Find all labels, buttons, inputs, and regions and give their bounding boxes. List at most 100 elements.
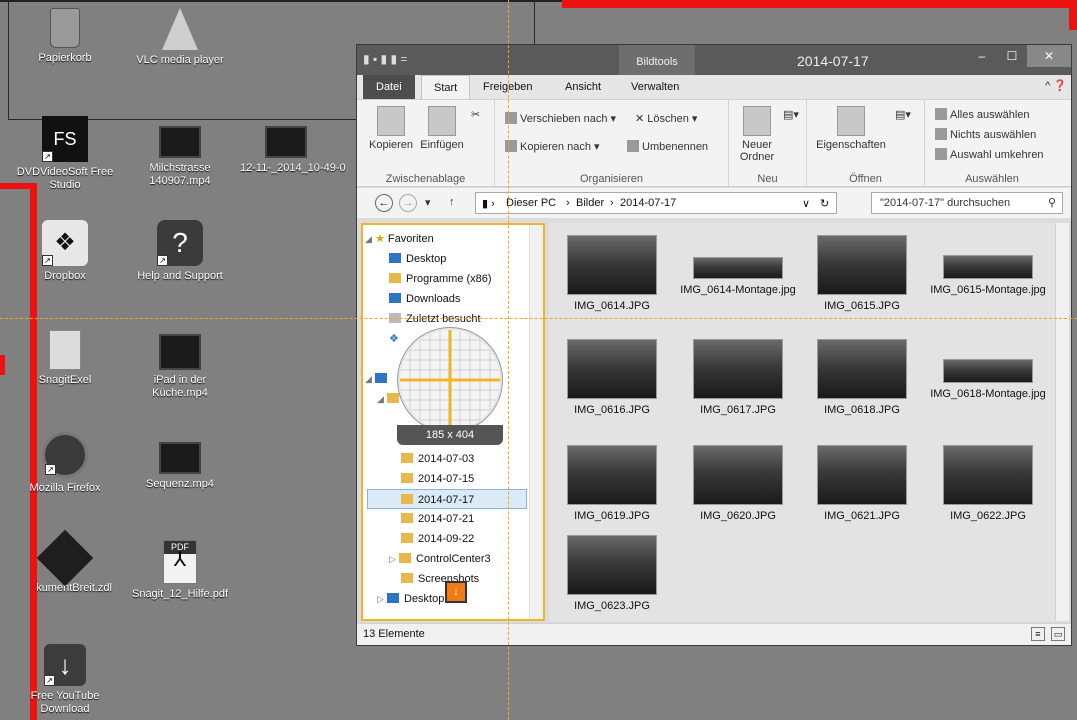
nav-folder[interactable]: 2014-07-03 [401,449,474,469]
nav-folder[interactable]: ▷ ControlCenter3 [389,549,491,569]
paste-button[interactable]: Einfügen [419,106,465,151]
minimize-button[interactable]: – [967,45,997,67]
rename-button[interactable]: Umbenennen [627,140,708,153]
file-item[interactable]: IMG_0618.JPG [803,339,921,416]
file-item[interactable]: IMG_0622.JPG [929,445,1047,522]
desktop-icon-help-support[interactable]: ? ↗ Help and Support [125,220,235,283]
tab-verwalten[interactable]: Verwalten [619,75,691,99]
status-bar: 13 Elemente ≡ ▭ [357,623,1071,645]
shortcut-arrow-icon: ↗ [44,675,55,686]
cut-icon[interactable]: ✂ [471,108,480,121]
desktop-icon-firefox[interactable]: ↗ Mozilla Firefox [10,432,120,495]
group-open: Eigenschaften ▤▾ Öffnen [807,100,925,188]
properties-label: Eigenschaften [816,139,886,151]
copy-button[interactable]: Kopieren [369,106,413,151]
breadcrumb-dieser-pc[interactable]: Dieser PC [506,197,556,209]
desktop-icon-zdl[interactable]: kumentBreit.zdl [10,529,120,595]
quick-access-toolbar-icon[interactable]: ▮ ▪ ▮ ▮ = [363,52,407,66]
delete-button[interactable]: ✕ Löschen ▾ [635,112,697,125]
file-item[interactable]: IMG_0623.JPG [553,535,671,612]
new-item-icon[interactable]: ▤▾ [783,108,799,121]
nav-folder[interactable]: 2014-09-22 [401,529,474,549]
nav-item-desktop[interactable]: Desktop [389,249,446,269]
large-icons-view-icon[interactable]: ▭ [1051,627,1065,641]
desktop-icon-vlc[interactable]: VLC media player [125,8,235,67]
desktop-icon-recording[interactable]: 12-11-_2014_10-49-0 [240,126,346,175]
desktop-icon-dropbox[interactable]: ❖ ↗ Dropbox [10,220,120,283]
tab-datei[interactable]: Datei [363,75,415,99]
title-bar[interactable]: ▮ ▪ ▮ ▮ = Bildtools 2014-07-17 – ☐ ✕ [357,45,1071,75]
desktop-icon-snagit-pdf[interactable]: PDF ⅄ Snagit_12_Hilfe.pdf [125,540,235,601]
address-dropdown-icon[interactable]: ∨ [802,197,810,210]
nav-folder[interactable]: Screenshots [401,569,479,589]
recent-locations-icon[interactable]: ▾ [425,196,431,209]
tab-ansicht[interactable]: Ansicht [553,75,613,99]
copy-to-button[interactable]: Kopieren nach ▾ [505,140,600,153]
breadcrumb-bilder[interactable]: Bilder [576,197,604,209]
select-all-button[interactable]: Alles auswählen [935,108,1030,121]
ribbon-collapse-icon[interactable]: ^ ❓ [1045,79,1067,92]
file-item[interactable]: IMG_0617.JPG [679,339,797,416]
refresh-icon[interactable]: ↻ [820,197,829,210]
desktop-icon-milchstrasse[interactable]: Milchstrasse 140907.mp4 [125,126,235,188]
nav-item-programme[interactable]: Programme (x86) [389,269,492,289]
image-thumbnail [817,445,907,505]
nav-folder[interactable]: 2014-07-15 [401,469,474,489]
move-to-button[interactable]: Verschieben nach ▾ [505,112,616,125]
details-view-icon[interactable]: ≡ [1030,627,1045,641]
desktop-icon-ipad-kueche[interactable]: iPad in der Küche.mp4 [125,334,235,400]
file-item[interactable]: IMG_0615-Montage.jpg [929,235,1047,296]
file-item[interactable]: IMG_0621.JPG [803,445,921,522]
file-name: IMG_0614.JPG [574,300,650,312]
file-pane[interactable]: IMG_0614.JPG IMG_0614-Montage.jpg IMG_06… [549,223,1069,621]
nav-favorites[interactable]: ◢ ★ Favoriten [365,229,434,249]
nav-item-recent[interactable]: Zuletzt besucht [389,309,481,329]
invert-selection-button[interactable]: Auswahl umkehren [935,148,1044,161]
file-item[interactable]: IMG_0618-Montage.jpg [929,339,1047,400]
back-button[interactable]: ← [375,194,393,212]
search-field[interactable]: "2014-07-17" durchsuchen ⚲ [871,192,1063,214]
nav-this-pc-icon[interactable]: ◢ [365,369,392,389]
properties-button[interactable]: Eigenschaften [815,106,887,151]
file-item[interactable]: IMG_0614-Montage.jpg [679,235,797,296]
group-label-open: Öffnen [849,173,882,185]
file-item[interactable]: IMG_0619.JPG [553,445,671,522]
nav-folder[interactable]: ▷ Desktop [377,589,444,609]
nav-folder[interactable]: 2014-07-21 [401,509,474,529]
maximize-button[interactable]: ☐ [997,45,1027,67]
file-item[interactable]: IMG_0620.JPG [679,445,797,522]
nav-item-label: Zuletzt besucht [406,313,481,325]
desktop-icon-snagitexel[interactable]: SnagitExel [10,330,120,387]
file-name: IMG_0617.JPG [700,404,776,416]
nav-folder-selected[interactable]: 2014-07-17 [367,489,527,509]
desktop-icon-free-youtube[interactable]: ↓ ↗ Free YouTube Download [10,644,120,716]
desktop-icon-sequenz[interactable]: Sequenz.mp4 [125,442,235,491]
nav-scrollbar[interactable] [529,225,543,619]
address-bar[interactable]: ▮ › Dieser PC › Bilder › 2014-07-17 ∨ ↻ [475,192,837,214]
desktop-icon-dvdvideosoft[interactable]: FS ↗ DVDVideoSoft Free Studio [10,116,120,192]
group-label-select: Auswählen [965,173,1019,185]
new-folder-button[interactable]: Neuer Ordner [735,106,779,163]
tab-start[interactable]: Start [421,75,471,100]
file-item[interactable]: IMG_0616.JPG [553,339,671,416]
file-item[interactable]: IMG_0615.JPG [803,235,921,312]
desktop-icon-label: iPad in der Küche.mp4 [152,374,208,399]
breadcrumb-current[interactable]: 2014-07-17 [620,197,676,209]
recycle-bin-icon [50,8,80,48]
firefox-icon: ↗ [42,432,88,478]
red-marker-edge [0,355,5,375]
close-button[interactable]: ✕ [1027,45,1071,67]
nav-dropbox-icon[interactable]: ❖ [389,329,399,349]
desktop-icon-label: DVDVideoSoft Free Studio [16,166,114,191]
capture-handle-icon[interactable]: ↓ [445,581,467,603]
move-icon [505,112,517,124]
file-item[interactable]: IMG_0614.JPG [553,235,671,312]
desktop-icon-recycle-bin[interactable]: Papierkorb [10,8,120,65]
open-icon[interactable]: ▤▾ [895,108,911,121]
file-pane-scrollbar[interactable] [1055,223,1069,621]
nav-item-downloads[interactable]: Downloads [389,289,460,309]
file-name: IMG_0621.JPG [824,510,900,522]
select-none-button[interactable]: Nichts auswählen [935,128,1036,141]
up-button[interactable]: ↑ [449,196,455,208]
forward-button[interactable]: → [399,194,417,212]
